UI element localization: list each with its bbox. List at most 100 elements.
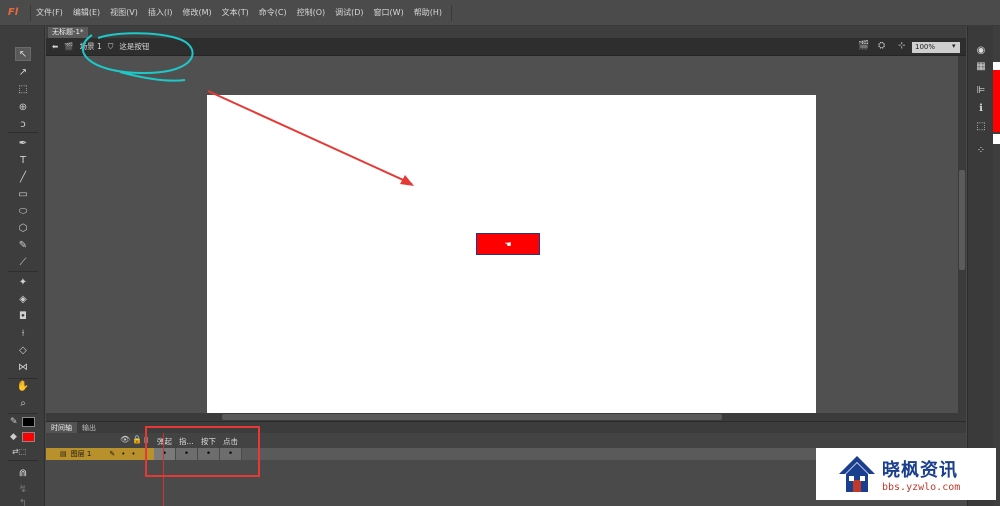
panel-swatch-white — [993, 62, 1000, 70]
symbol-breadcrumb[interactable]: 这是按钮 — [119, 41, 149, 52]
tab-output[interactable]: 输出 — [77, 422, 101, 434]
eye-icon[interactable]: 👁 — [120, 435, 130, 444]
menubar: Fl 文件(F) 编辑(E) 视图(V) 插入(I) 修改(M) 文本(T) 命… — [0, 0, 1000, 26]
smooth-icon[interactable]: ↯ — [15, 482, 31, 496]
playhead[interactable] — [163, 433, 164, 506]
tools-panel: ↖ ↗ ⬚ ⊕ ↄ ✒ T ╱ ▭ ⬭ ⬡ ✎ ⟋ ✦ ◈ ◘ ⟊ ◇ ⋈ ✋ … — [0, 26, 45, 506]
red-button-symbol[interactable]: ☚ — [476, 233, 540, 255]
oval-tool-icon[interactable]: ⬭ — [15, 204, 31, 218]
document-tab[interactable]: 无标题-1* — [48, 27, 88, 38]
pencil-tool-icon[interactable]: ✎ — [15, 238, 31, 252]
panel-swatch-red — [993, 70, 1000, 132]
width-tool-icon[interactable]: ⋈ — [15, 360, 31, 374]
menu-window[interactable]: 窗口(W) — [369, 7, 409, 18]
subselection-tool-icon[interactable]: ↗ — [15, 65, 31, 79]
vertical-scroll-thumb[interactable] — [959, 170, 965, 270]
rectangle-tool-icon[interactable]: ▭ — [15, 187, 31, 201]
menu-modify[interactable]: 修改(M) — [177, 7, 216, 18]
transform-panel-icon[interactable]: ⬚ — [974, 120, 988, 132]
tab-timeline[interactable]: 时间轴 — [46, 421, 77, 434]
watermark-url: bbs.yzwlo.com — [882, 481, 961, 493]
frame-label-over: 指... — [179, 437, 194, 446]
ink-bottle-tool-icon[interactable]: ◘ — [15, 309, 31, 323]
layer-icon: ▤ — [60, 450, 67, 458]
frame-over[interactable]: • — [176, 448, 198, 460]
menu-file[interactable]: 文件(F) — [31, 7, 68, 18]
horizontal-scroll-thumb[interactable] — [222, 414, 722, 420]
eyedropper-tool-icon[interactable]: ⟊ — [15, 326, 31, 340]
timeline-header: 👁 🔒 ▯ 弹起 指... 按下 点击 — [46, 433, 966, 448]
scene-clapper-icon: 🎬 — [64, 42, 74, 51]
bone-tool-icon[interactable]: ✦ — [15, 275, 31, 289]
components-panel-icon[interactable]: ⁘ — [974, 144, 988, 156]
hand-tool-icon[interactable]: ✋ — [15, 379, 31, 393]
info-panel-icon[interactable]: ℹ — [974, 102, 988, 114]
back-arrow-icon[interactable]: ⬅ — [52, 42, 58, 51]
swap-colors-icon[interactable]: ⇄⬚ — [12, 447, 32, 457]
right-panel-dock: ◉ ▦ ⊫ ℹ ⬚ ⁘ — [967, 26, 993, 506]
align-panel-icon[interactable]: ⊫ — [974, 84, 988, 96]
frame-hit[interactable]: • — [220, 448, 242, 460]
brush-tool-icon[interactable]: ⟋ — [15, 255, 31, 269]
pencil-icon: ✎ — [109, 450, 116, 458]
frame-label-down: 按下 — [201, 437, 216, 446]
stroke-color-icon: ✎ — [10, 417, 18, 427]
lock-dot[interactable]: • — [131, 450, 135, 458]
frame-label-hit: 点击 — [223, 437, 238, 446]
color-panel-icon[interactable]: ◉ — [974, 44, 988, 56]
toolbar-divider — [8, 460, 38, 461]
pen-tool-icon[interactable]: ✒ — [15, 136, 31, 150]
toolbar-divider — [8, 413, 38, 414]
stroke-color-swatch[interactable] — [22, 417, 35, 427]
menu-help[interactable]: 帮助(H) — [409, 7, 447, 18]
selection-tool-icon[interactable]: ↖ — [15, 47, 31, 61]
flash-logo: Fl — [7, 7, 19, 18]
snap-magnet-icon[interactable]: ⋒ — [15, 466, 31, 480]
swatches-panel-icon[interactable]: ▦ — [974, 60, 988, 72]
menubar-separator — [450, 4, 452, 21]
chevron-down-icon[interactable]: ▾ — [952, 42, 956, 50]
menu-commands[interactable]: 命令(C) — [254, 7, 292, 18]
3d-rotation-tool-icon[interactable]: ⊕ — [15, 100, 31, 114]
watermark-logo — [838, 454, 876, 494]
lock-icon[interactable]: 🔒 — [132, 435, 142, 444]
document-tab-strip — [46, 26, 966, 38]
center-stage-icon[interactable]: ⊹ — [898, 41, 906, 51]
free-transform-tool-icon[interactable]: ⬚ — [15, 82, 31, 96]
toolbar-divider — [8, 132, 38, 133]
visibility-dot[interactable]: • — [121, 450, 125, 458]
zoom-tool-icon[interactable]: ⌕ — [15, 396, 31, 410]
panel-swatch-white — [993, 134, 1000, 144]
frame-up[interactable]: • — [154, 448, 176, 460]
hand-cursor-icon: ☚ — [504, 239, 512, 249]
paint-bucket-tool-icon[interactable]: ◈ — [15, 292, 31, 306]
text-tool-icon[interactable]: T — [15, 153, 31, 167]
polystar-tool-icon[interactable]: ⬡ — [15, 221, 31, 235]
button-symbol-icon: ⛉ — [107, 41, 114, 51]
layer-name[interactable]: 图层 1 — [71, 449, 92, 459]
scene-breadcrumb[interactable]: 场景 1 — [80, 41, 102, 52]
watermark: 晓枫资讯 bbs.yzwlo.com — [816, 448, 996, 500]
toolbar-divider — [8, 271, 38, 272]
outline-icon[interactable]: ▯ — [144, 435, 148, 444]
straighten-icon[interactable]: ↰ — [15, 496, 31, 506]
menu-view[interactable]: 视图(V) — [105, 7, 143, 18]
layer-row[interactable]: ▤ 图层 1 ✎ • • — [46, 448, 154, 460]
lasso-tool-icon[interactable]: ↄ — [15, 117, 31, 131]
frame-down[interactable]: • — [198, 448, 220, 460]
menu-edit[interactable]: 编辑(E) — [68, 7, 105, 18]
fill-color-swatch[interactable] — [22, 432, 35, 442]
edit-scene-icon[interactable]: 🎬 — [858, 41, 869, 51]
menu-debug[interactable]: 调试(D) — [330, 7, 368, 18]
eraser-tool-icon[interactable]: ◇ — [15, 343, 31, 357]
menu-control[interactable]: 控制(O) — [292, 7, 331, 18]
line-tool-icon[interactable]: ╱ — [15, 170, 31, 184]
frame-label-up: 弹起 — [157, 437, 172, 446]
menu-insert[interactable]: 插入(I) — [143, 7, 178, 18]
edit-symbols-icon[interactable]: ⛭ — [878, 41, 885, 51]
menu-text[interactable]: 文本(T) — [217, 7, 254, 18]
watermark-title: 晓枫资讯 — [882, 459, 958, 481]
edit-bar: ⬅ 🎬 场景 1 ⛉ 这是按钮 — [46, 38, 966, 56]
fill-color-icon: ◆ — [10, 432, 17, 442]
timeline-tabs: 时间轴 输出 — [46, 421, 966, 434]
